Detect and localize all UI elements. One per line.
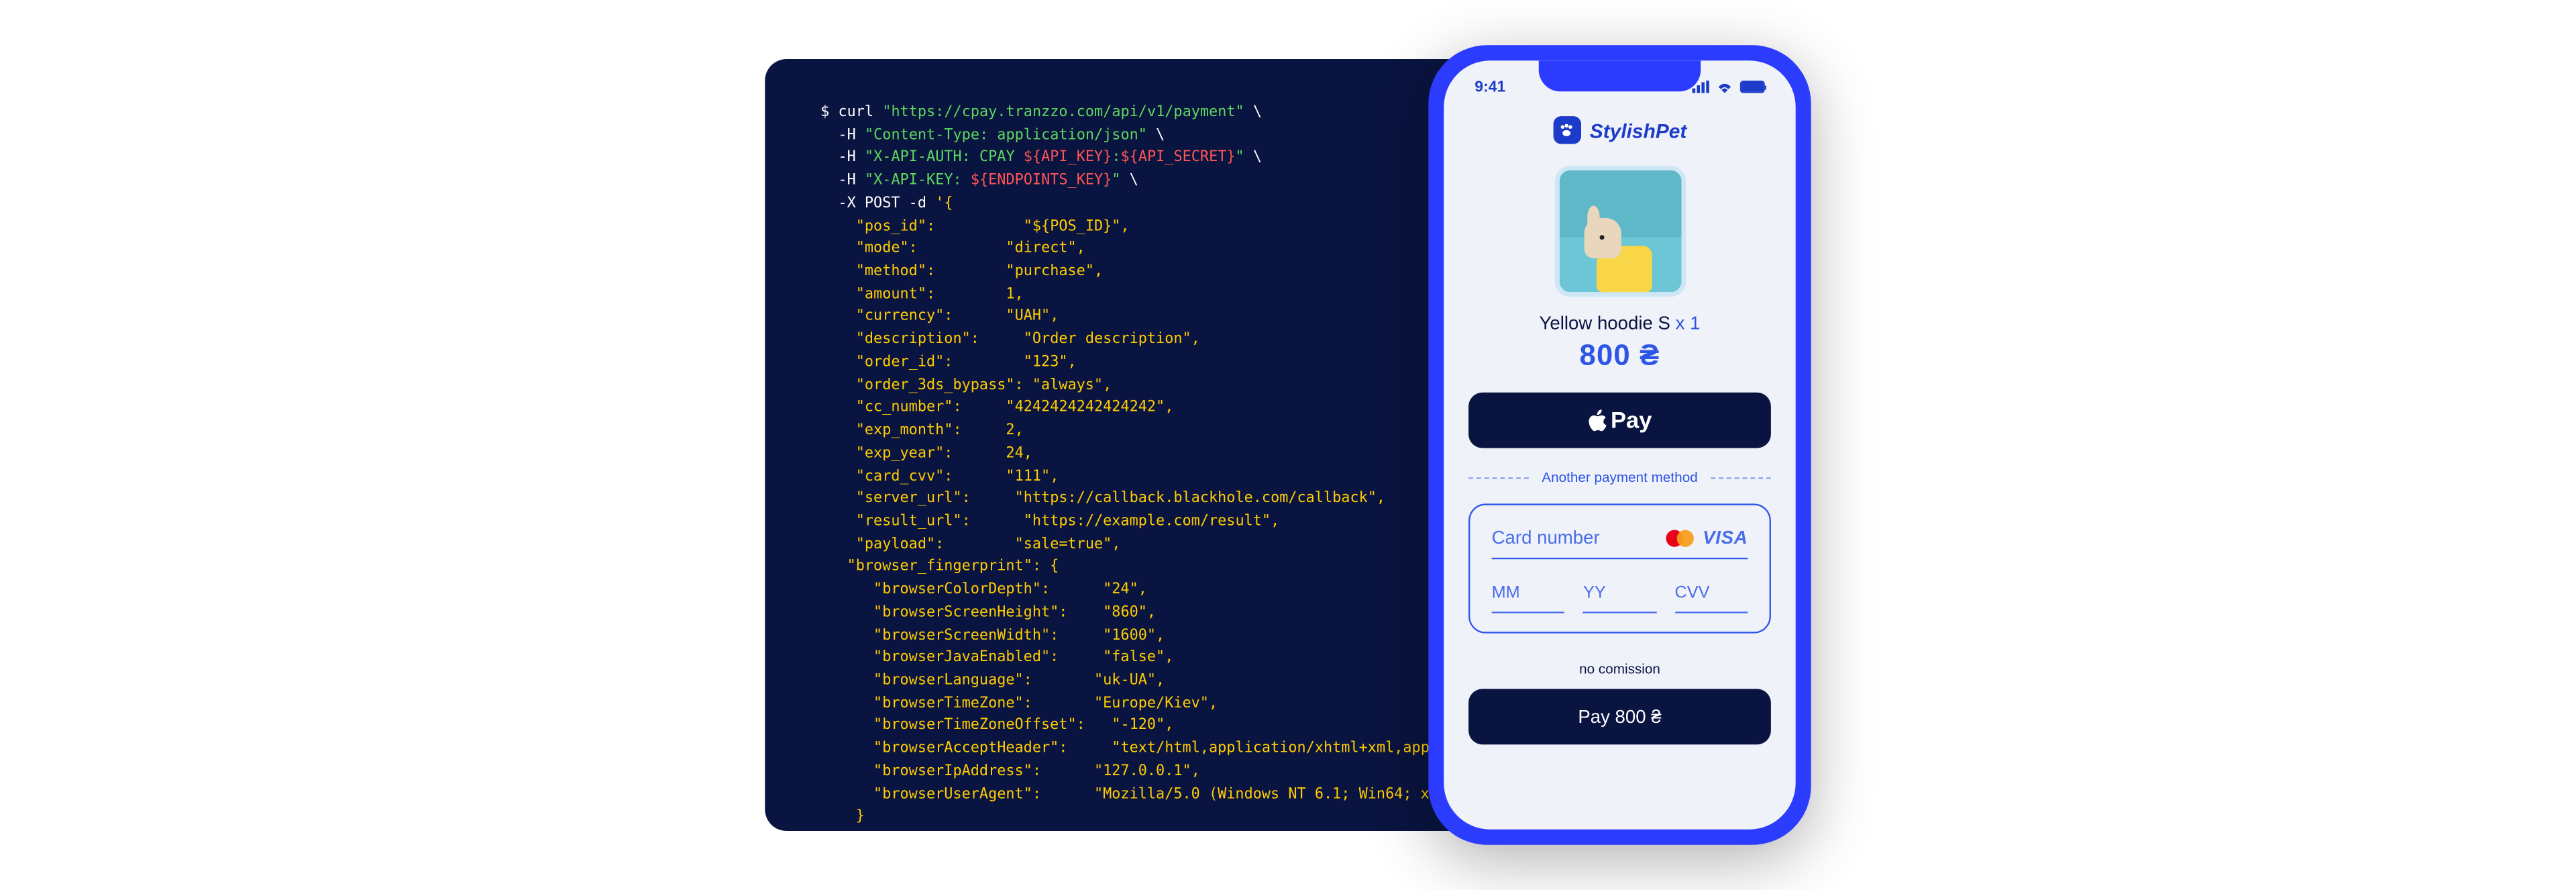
paw-icon (1553, 116, 1580, 144)
notch (1539, 60, 1701, 91)
expiry-month-field[interactable]: MM (1492, 584, 1565, 613)
pay-button[interactable]: Pay 800 ₴ (1468, 689, 1771, 744)
expiry-year-field[interactable]: YY (1583, 584, 1656, 613)
product-price: 800 ₴ (1444, 340, 1795, 375)
phone-mockup: 9:41 StylishPet Yellow hoodie S x 1 800 (1428, 45, 1811, 844)
status-time: 9:41 (1474, 79, 1505, 95)
product-name: Yellow hoodie S x 1 (1444, 312, 1795, 334)
card-number-field[interactable]: Card number VISA (1492, 527, 1748, 559)
wifi-icon (1715, 81, 1734, 93)
visa-icon: VISA (1703, 527, 1748, 548)
cvv-field[interactable]: CVV (1675, 584, 1748, 613)
apple-pay-button[interactable]: Pay (1468, 393, 1771, 448)
brand-row: StylishPet (1444, 104, 1795, 156)
mastercard-icon (1666, 529, 1693, 546)
divider-label: Another payment method (1542, 470, 1697, 485)
card-logos: VISA (1666, 527, 1748, 548)
code-block: $ curl "https://cpay.tranzzo.com/api/v1/… (820, 102, 1511, 829)
brand-name: StylishPet (1590, 119, 1687, 142)
battery-icon (1740, 81, 1765, 93)
product-image (1554, 166, 1686, 297)
phone-screen: 9:41 StylishPet Yellow hoodie S x 1 800 (1444, 60, 1795, 829)
card-number-placeholder: Card number (1492, 527, 1600, 548)
apple-icon (1588, 409, 1608, 432)
divider-row: Another payment method (1468, 470, 1771, 485)
card-form: Card number VISA MM YY CVV (1468, 503, 1771, 633)
no-commission-label: no comission (1468, 661, 1771, 677)
